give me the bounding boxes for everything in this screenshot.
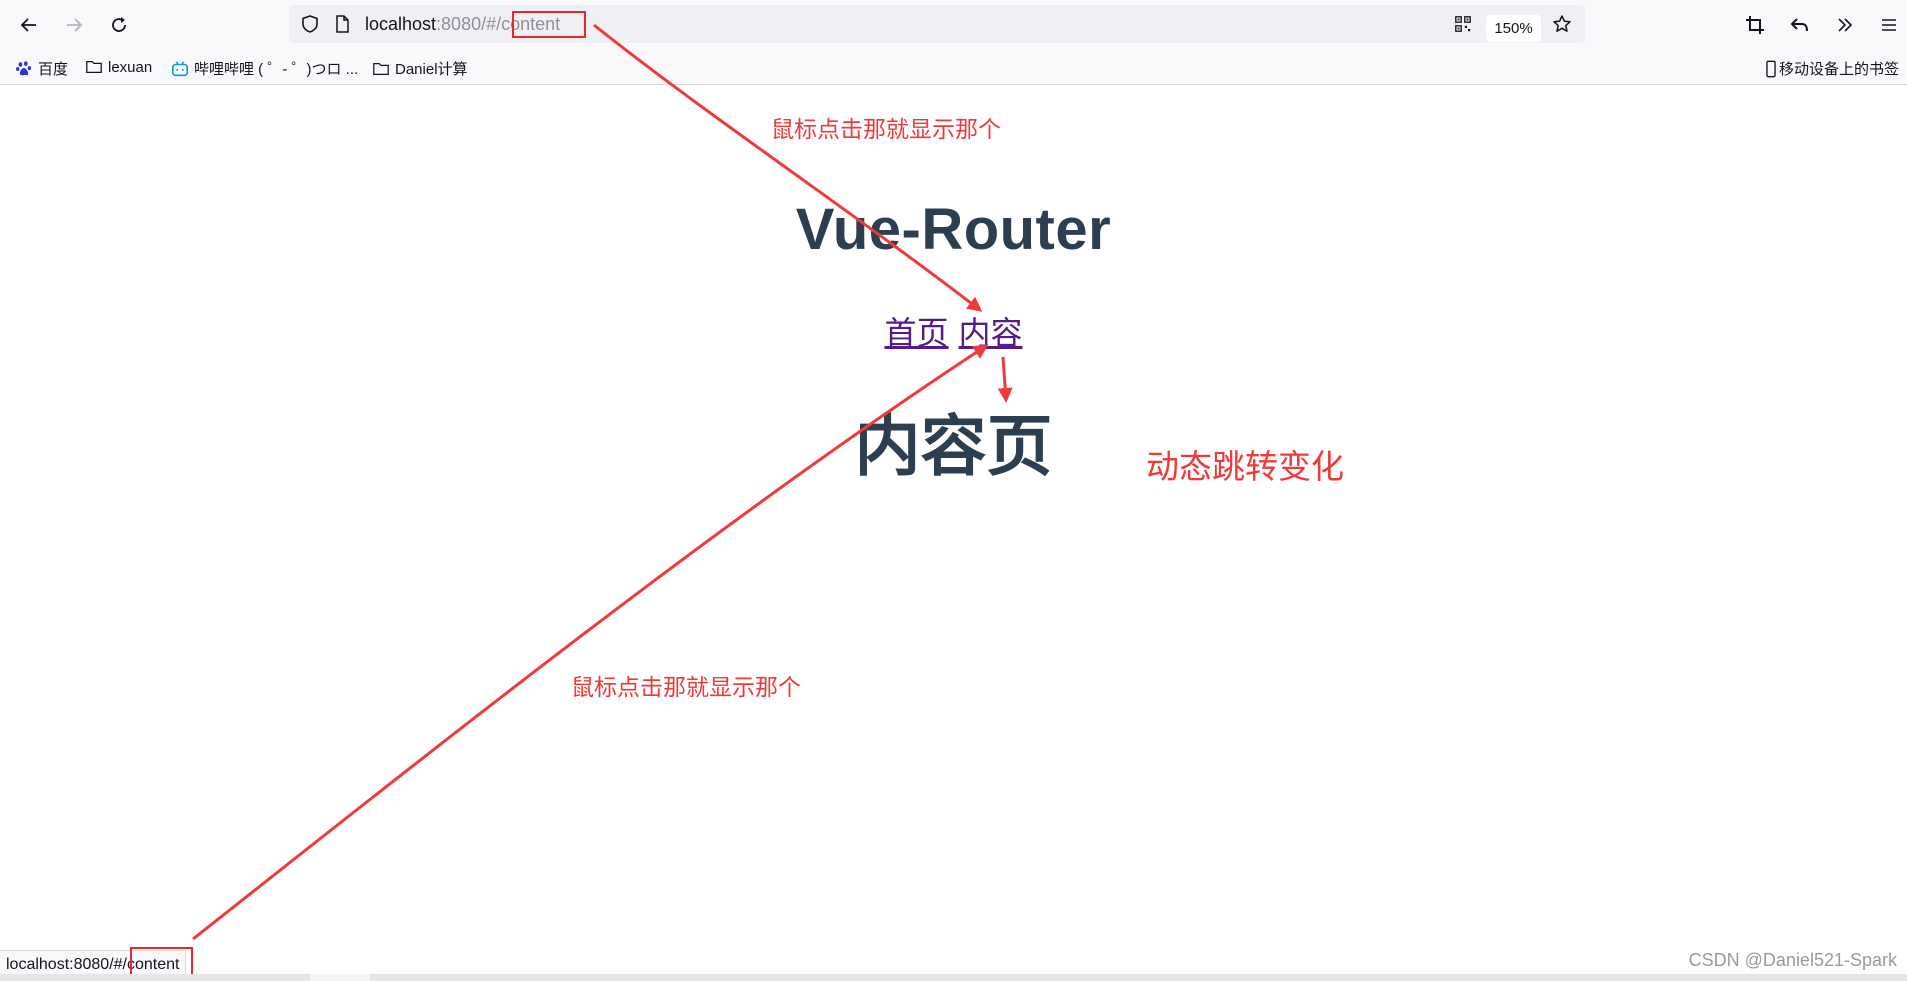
arrow-url-to-link [593, 23, 983, 312]
arrow-link-to-heading [997, 356, 1013, 403]
annotation-arrows [192, 23, 1013, 941]
status-path-highlight-box [130, 947, 193, 977]
horizontal-scrollbar[interactable] [0, 974, 1907, 981]
status-url-prefix: localhost:8080/#/ [6, 956, 127, 973]
arrow-status-to-link [192, 344, 989, 941]
watermark: CSDN @Daniel521-Spark [1688, 950, 1897, 970]
scrollbar-thumb[interactable] [310, 974, 370, 981]
